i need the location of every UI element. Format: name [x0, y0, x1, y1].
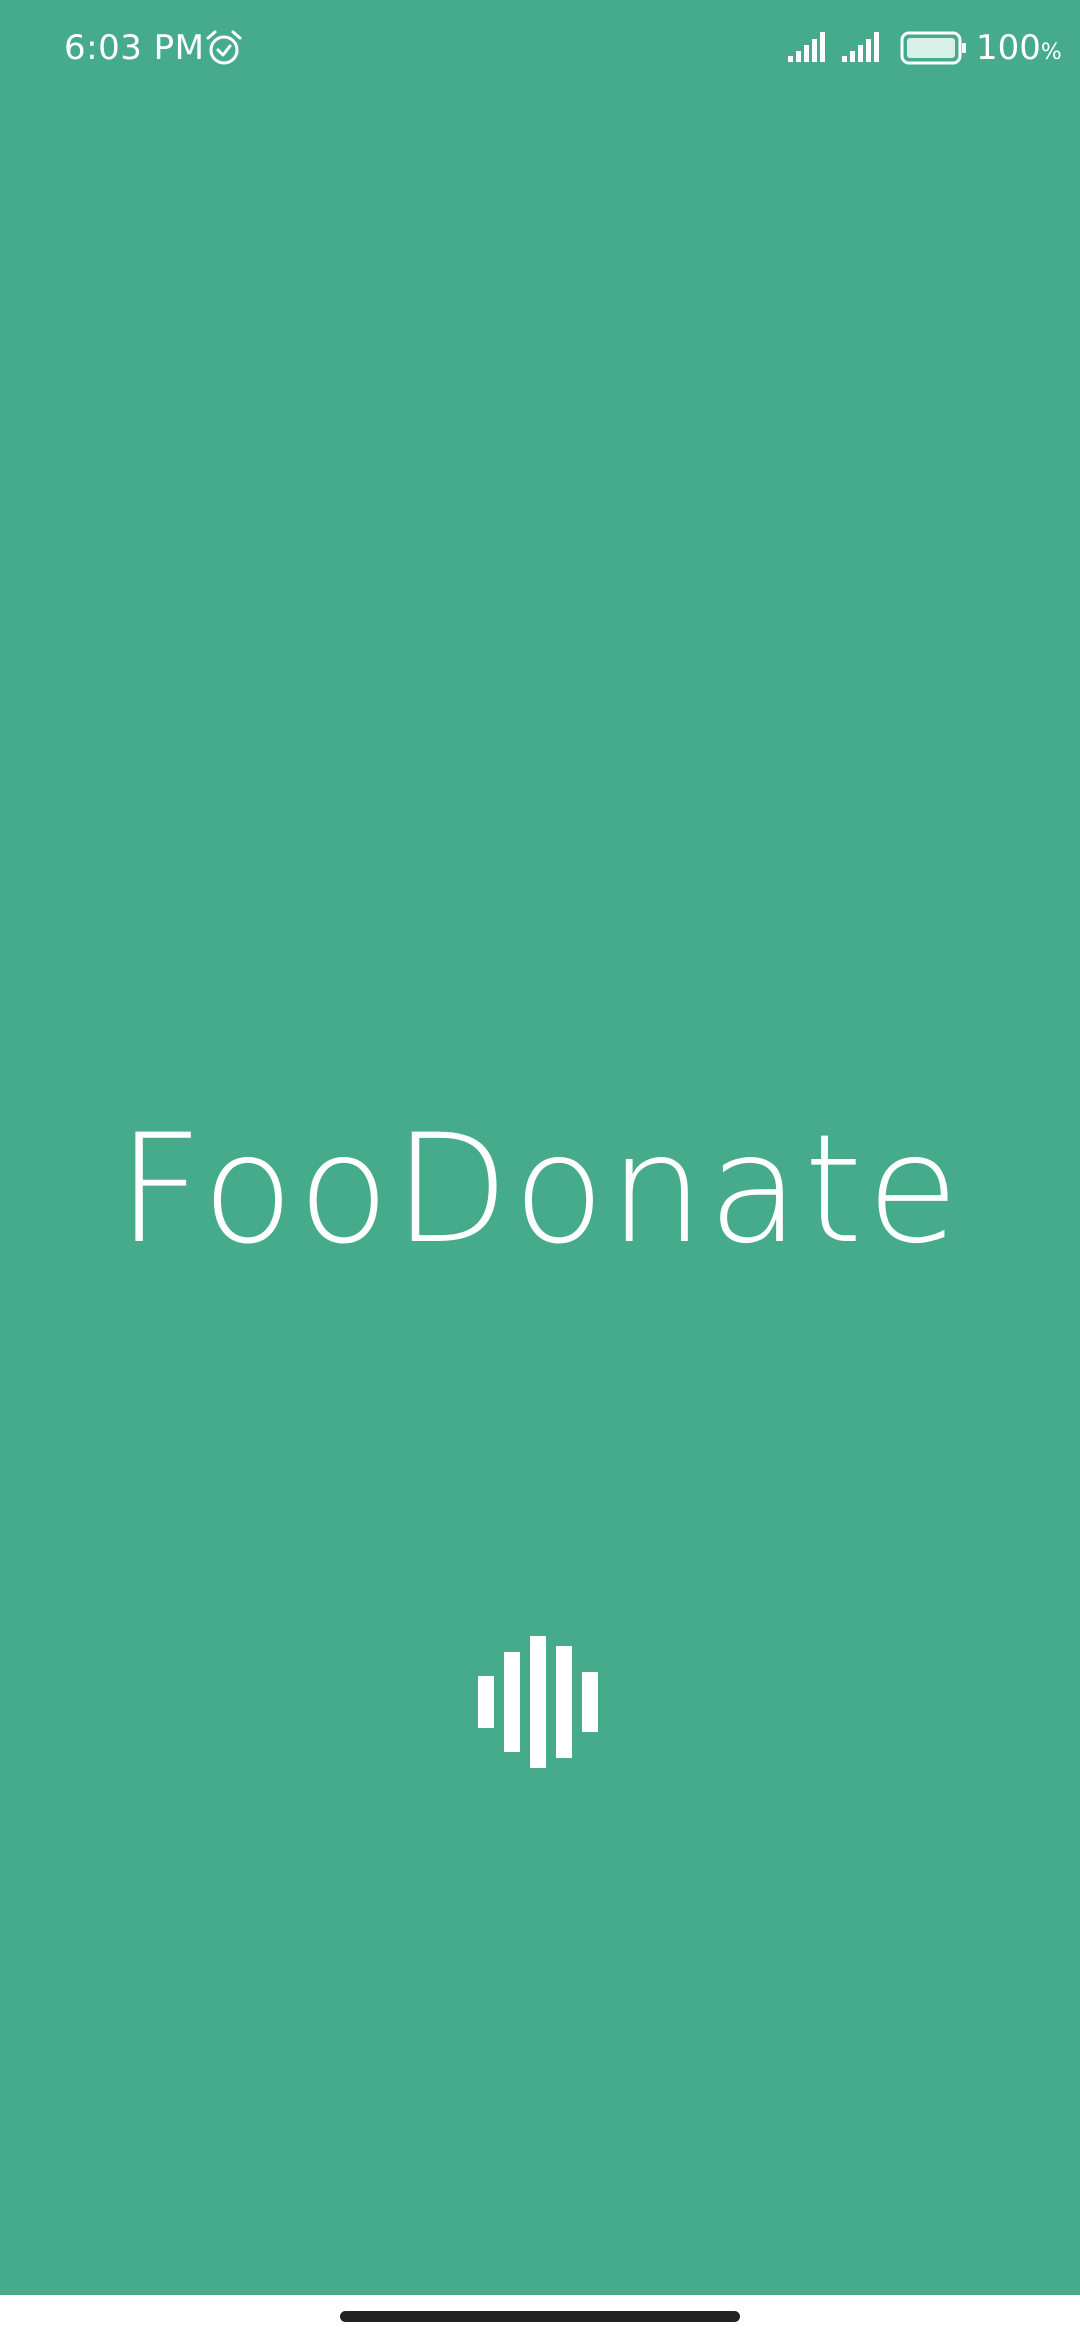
app-logo-title: FooDonate: [117, 1103, 963, 1277]
splash-screen: 6:03 PM 100% FooDonate: [0, 0, 1080, 2340]
loader-bar: [530, 1636, 546, 1768]
status-bar: 6:03 PM 100%: [0, 0, 1080, 96]
battery-percentage: 100%: [976, 28, 1062, 68]
loader-bar: [556, 1646, 572, 1758]
signal-icon: [842, 32, 879, 62]
home-indicator[interactable]: [340, 2311, 740, 2322]
loader-bar: [478, 1676, 494, 1728]
status-time: 6:03 PM: [64, 28, 205, 68]
alarm-icon: [206, 30, 242, 65]
signal-icon: [788, 32, 825, 62]
loader-bar: [504, 1652, 520, 1752]
loader-bar: [582, 1672, 598, 1732]
audio-bars-icon: [478, 1636, 602, 1768]
battery-icon: [900, 31, 966, 65]
